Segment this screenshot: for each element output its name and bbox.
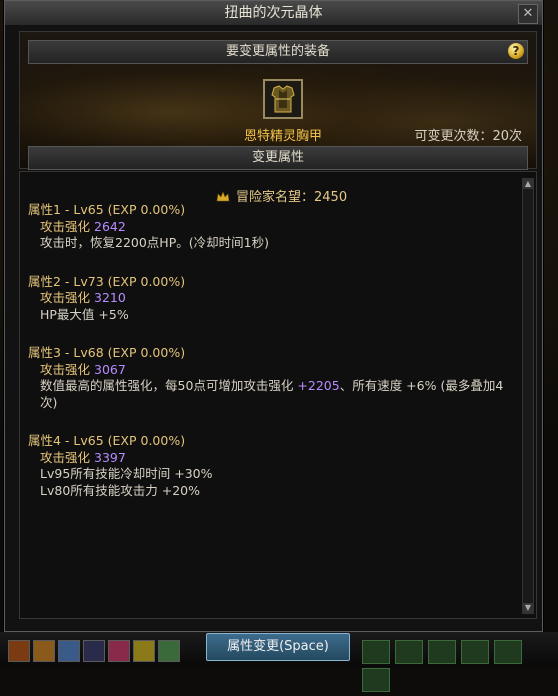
attributes-header-label: 变更属性 — [251, 150, 304, 165]
quick-slot-4[interactable] — [83, 640, 105, 662]
attribute-title: 属性4 - Lv65 (EXP 0.00%) — [28, 433, 186, 448]
window-title: 扭曲的次元晶体 — [5, 1, 542, 26]
crystal-window: 扭曲的次元晶体 ✕ 要变更属性的装备 ? 恩特精灵胸甲 可变更次数：20次 变更… — [4, 0, 543, 632]
skill-level-tags — [362, 640, 558, 696]
quick-slot-6[interactable] — [133, 640, 155, 662]
scroll-down-icon[interactable]: ▼ — [523, 603, 533, 613]
attribute-subline: 攻击强化 3067 — [28, 362, 516, 379]
skill-slot[interactable] — [395, 640, 423, 664]
change-count: 可变更次数：20次 — [414, 129, 522, 144]
quick-slot-3[interactable] — [58, 640, 80, 662]
attribute-effect: 数值最高的属性强化，每50点可增加攻击强化 +2205、所有速度 +6% (最多… — [28, 378, 516, 411]
change-attribute-button[interactable]: 属性变更(Space) — [206, 633, 350, 661]
equipment-slot[interactable] — [263, 79, 303, 119]
attribute-sub-value: 2642 — [94, 218, 126, 234]
attribute-subline: 攻击强化 3210 — [28, 290, 516, 307]
chest-armor-icon — [265, 81, 301, 117]
attributes-panel: 冒险家名望：2450 属性1 - Lv65 (EXP 0.00%) 攻击强化 2… — [19, 171, 537, 619]
attribute-title: 属性1 - Lv65 (EXP 0.00%) — [28, 202, 186, 217]
attribute-effect: Lv95所有技能冷却时间 +30% — [40, 466, 213, 481]
equipment-header-label: 要变更属性的装备 — [225, 44, 330, 59]
attribute-subline: 攻击强化 3397 — [28, 450, 516, 467]
attribute-sub-label: 攻击强化 — [40, 361, 91, 377]
attribute-sub-value: 3210 — [94, 290, 126, 305]
skill-slot[interactable] — [362, 640, 390, 664]
attribute-1: 属性1 - Lv65 (EXP 0.00%) 攻击强化 2642 攻击时，恢复2… — [28, 202, 516, 252]
attribute-effect: HP最大值 +5% — [40, 306, 129, 322]
attribute-subline: 攻击强化 2642 — [28, 219, 516, 236]
skill-slot[interactable] — [428, 640, 456, 664]
attribute-sub-label: 攻击强化 — [40, 218, 91, 234]
attribute-list: 属性1 - Lv65 (EXP 0.00%) 攻击强化 2642 攻击时，恢复2… — [28, 202, 516, 521]
attribute-title: 属性2 - Lv73 (EXP 0.00%) — [28, 273, 186, 289]
attribute-sub-value: 3397 — [94, 449, 126, 465]
attribute-title: 属性3 - Lv68 (EXP 0.00%) — [28, 345, 186, 360]
quick-slot-1[interactable] — [8, 640, 30, 662]
attribute-effect: Lv80所有技能攻击力 +20% — [40, 482, 200, 498]
equipment-panel: 要变更属性的装备 ? 恩特精灵胸甲 可变更次数：20次 变更属性 — [19, 31, 537, 170]
attribute-sub-label: 攻击强化 — [40, 449, 91, 465]
skill-slot[interactable] — [461, 640, 489, 664]
equipment-header: 要变更属性的装备 ? — [28, 40, 528, 64]
attribute-sub-value: 3067 — [94, 361, 126, 377]
quick-slot-7[interactable] — [158, 640, 180, 662]
effect-value: +2205 — [297, 378, 340, 393]
attribute-3: 属性3 - Lv68 (EXP 0.00%) 攻击强化 3067 数值最高的属性… — [28, 345, 516, 411]
attribute-sub-label: 攻击强化 — [40, 290, 91, 305]
close-icon: ✕ — [522, 6, 534, 21]
attributes-header: 变更属性 — [28, 146, 528, 170]
attribute-4: 属性4 - Lv65 (EXP 0.00%) 攻击强化 3397 Lv95所有技… — [28, 433, 516, 499]
skill-slot[interactable] — [494, 640, 522, 664]
quick-slot-5[interactable] — [108, 640, 130, 662]
effect-text: 数值最高的属性强化，每50点可增加攻击强化 — [40, 378, 298, 393]
scrollbar[interactable]: ▲ ▼ — [522, 178, 534, 614]
equipment-name: 恩特精灵胸甲 — [243, 129, 322, 144]
close-button[interactable]: ✕ — [518, 4, 538, 24]
quick-slot-2[interactable] — [33, 640, 55, 662]
attribute-effect: 攻击时，恢复2200点HP。(冷却时间1秒) — [40, 235, 269, 250]
skill-slot[interactable] — [362, 668, 390, 692]
help-icon[interactable]: ? — [508, 43, 524, 59]
scroll-up-icon[interactable]: ▲ — [523, 179, 533, 189]
attribute-2: 属性2 - Lv73 (EXP 0.00%) 攻击强化 3210 HP最大值 +… — [28, 274, 516, 324]
